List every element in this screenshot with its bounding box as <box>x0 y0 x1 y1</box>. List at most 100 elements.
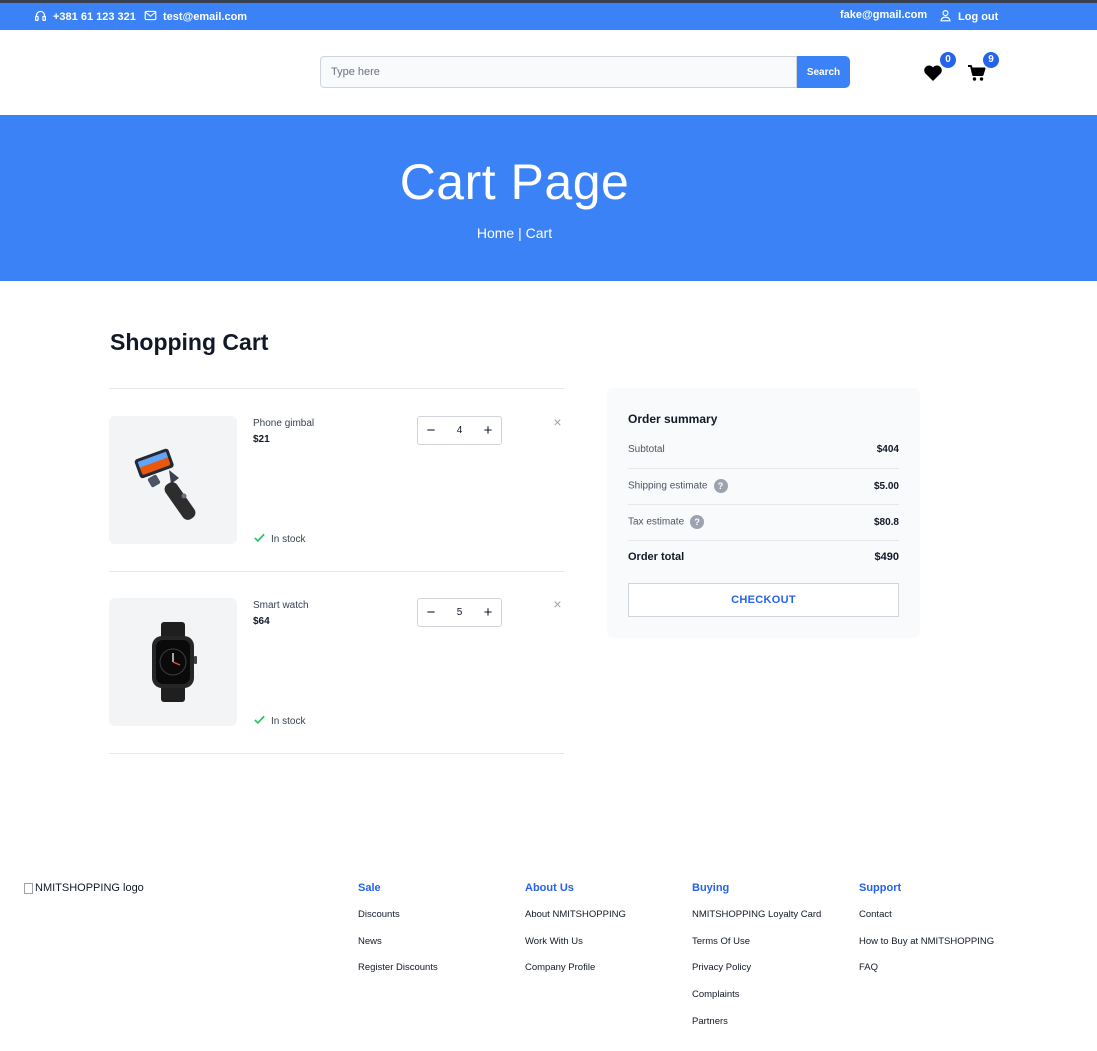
increase-quantity-button[interactable]: + <box>481 605 495 620</box>
page-hero: Cart Page Home | Cart <box>0 115 1097 281</box>
close-icon: × <box>553 414 562 430</box>
shipping-value: $5.00 <box>873 480 899 492</box>
subtotal-row: Subtotal $404 <box>628 444 899 455</box>
divider <box>628 504 899 505</box>
checkout-button[interactable]: CHECKOUT <box>628 583 899 617</box>
user-email: fake@gmail.com <box>840 9 927 21</box>
footer-link[interactable]: FAQ <box>859 962 994 989</box>
cart-icon <box>967 65 987 86</box>
quantity-value[interactable]: 4 <box>457 425 463 436</box>
order-total-label: Order total <box>628 551 685 563</box>
search-bar: Search <box>320 56 850 88</box>
user-icon <box>939 9 952 25</box>
footer-link[interactable]: Complaints <box>692 989 821 1016</box>
order-total-value: $490 <box>874 551 899 563</box>
tax-label: Tax estimate <box>628 516 685 528</box>
email-address: test@email.com <box>163 11 248 23</box>
footer-column-sale: Sale Discounts News Register Discounts <box>358 882 438 989</box>
quantity-stepper: − 4 + <box>417 416 502 445</box>
search-button[interactable]: Search <box>797 56 850 88</box>
product-name[interactable]: Smart watch <box>253 600 309 611</box>
footer-column-title: Support <box>859 882 902 894</box>
tax-row: Tax estimate? $80.8 <box>628 515 899 529</box>
help-icon[interactable]: ? <box>690 515 705 529</box>
decrease-quantity-button[interactable]: − <box>424 423 438 438</box>
footer-logo[interactable]: NMITSHOPPING logo <box>24 882 144 894</box>
logout-link[interactable]: Log out <box>939 9 998 25</box>
breadcrumb-cart[interactable]: Cart <box>526 225 552 241</box>
decrease-quantity-button[interactable]: − <box>424 605 438 620</box>
footer-link[interactable]: How to Buy at NMITSHOPPING <box>859 936 994 963</box>
help-icon[interactable]: ? <box>713 479 728 493</box>
divider <box>109 571 564 572</box>
product-price: $64 <box>253 616 270 627</box>
phone-number: +381 61 123 321 <box>53 11 136 23</box>
phone-contact[interactable]: +381 61 123 321 <box>34 9 136 25</box>
subtotal-value: $404 <box>876 444 899 455</box>
footer-column-buying: Buying NMITSHOPPING Loyalty Card Terms O… <box>692 882 821 1042</box>
product-image-phone-gimbal[interactable] <box>109 416 237 544</box>
stock-status: In stock <box>253 713 305 729</box>
tax-label-wrap: Tax estimate? <box>628 515 705 529</box>
check-icon <box>253 713 266 729</box>
footer-logo-alt-text: NMITSHOPPING logo <box>35 882 144 894</box>
footer-link[interactable]: Work With Us <box>525 936 626 963</box>
page-title: Cart Page <box>399 154 630 210</box>
footer-link[interactable]: About NMITSHOPPING <box>525 909 626 936</box>
quantity-stepper: − 5 + <box>417 598 502 627</box>
search-input[interactable] <box>320 56 797 88</box>
tax-value: $80.8 <box>873 516 899 528</box>
footer-column-title: About Us <box>525 882 574 894</box>
close-icon: × <box>553 596 562 612</box>
wishlist-count-badge: 0 <box>940 52 956 68</box>
footer-link[interactable]: Privacy Policy <box>692 962 821 989</box>
email-contact[interactable]: test@email.com <box>144 9 247 25</box>
broken-image-icon <box>24 882 33 894</box>
cart-button[interactable]: 9 <box>967 52 999 82</box>
footer-link[interactable]: NMITSHOPPING Loyalty Card <box>692 909 821 936</box>
footer-column-title: Buying <box>692 882 730 894</box>
footer-column-support: Support Contact How to Buy at NMITSHOPPI… <box>859 882 994 989</box>
cart-title: Shopping Cart <box>110 329 269 355</box>
product-name[interactable]: Phone gimbal <box>253 418 314 429</box>
footer-link[interactable]: Contact <box>859 909 994 936</box>
stock-label: In stock <box>271 715 306 727</box>
headset-icon <box>34 9 47 25</box>
order-summary: Order summary Subtotal $404 Shipping est… <box>607 388 920 638</box>
check-icon <box>253 531 266 547</box>
remove-item-button[interactable]: × <box>551 414 564 430</box>
increase-quantity-button[interactable]: + <box>481 423 495 438</box>
footer-column-title: Sale <box>358 882 381 894</box>
shipping-label: Shipping estimate <box>628 480 708 492</box>
remove-item-button[interactable]: × <box>551 596 564 612</box>
user-email-text: fake@gmail.com <box>840 9 928 21</box>
footer-link[interactable]: Terms Of Use <box>692 936 821 963</box>
product-image-smart-watch[interactable] <box>109 598 237 726</box>
cart-count-badge: 9 <box>983 52 999 68</box>
divider <box>109 753 564 754</box>
footer-link[interactable]: Discounts <box>358 909 438 936</box>
breadcrumb-home[interactable]: Home <box>477 225 514 241</box>
product-price: $21 <box>253 434 270 445</box>
divider <box>628 468 899 469</box>
heart-icon <box>923 65 943 86</box>
footer-link[interactable]: Company Profile <box>525 962 626 989</box>
divider <box>109 388 564 389</box>
stock-label: In stock <box>271 533 306 545</box>
top-bar: +381 61 123 321 test@email.com fake@gmai… <box>0 0 1097 30</box>
mail-icon <box>144 9 157 25</box>
footer-link[interactable]: Register Discounts <box>358 962 438 989</box>
site-header: Search 0 9 <box>0 30 1097 115</box>
footer-link[interactable]: Partners <box>692 1016 821 1043</box>
subtotal-label: Subtotal <box>628 444 665 455</box>
divider <box>628 540 899 541</box>
footer-column-about: About Us About NMITSHOPPING Work With Us… <box>525 882 626 989</box>
shipping-row: Shipping estimate? $5.00 <box>628 479 899 493</box>
footer-link[interactable]: News <box>358 936 438 963</box>
wishlist-button[interactable]: 0 <box>923 52 956 82</box>
breadcrumb-separator: | <box>518 225 522 241</box>
logout-label: Log out <box>958 11 999 23</box>
stock-status: In stock <box>253 531 305 547</box>
quantity-value[interactable]: 5 <box>457 607 463 618</box>
shipping-label-wrap: Shipping estimate? <box>628 479 728 493</box>
